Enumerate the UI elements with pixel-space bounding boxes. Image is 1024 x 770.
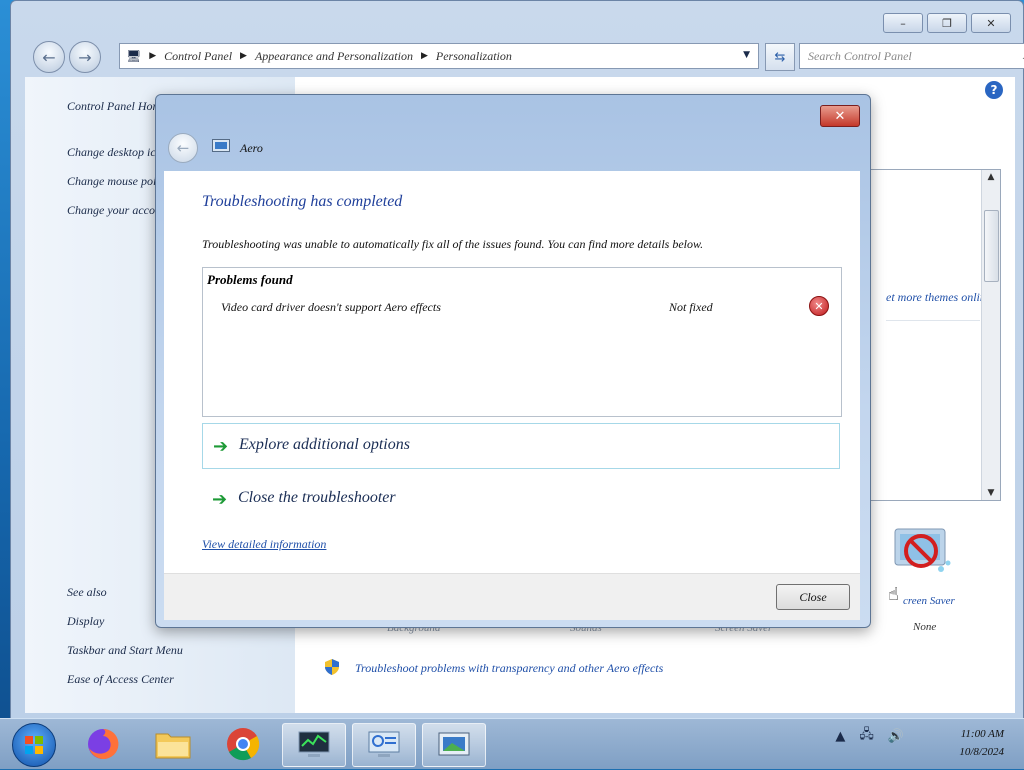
help-icon[interactable]: ?	[985, 81, 1003, 99]
taskbar-chrome[interactable]	[212, 723, 274, 765]
taskbar-explorer[interactable]	[142, 723, 204, 765]
close-troubleshooter-button[interactable]: ➔ Close the troubleshooter	[202, 477, 838, 521]
folder-icon	[155, 733, 191, 759]
address-bar[interactable]: 🖥 ▶ Control Panel ▶ Appearance and Perso…	[119, 43, 759, 69]
see-also-taskbar[interactable]: Taskbar and Start Menu	[67, 643, 183, 658]
view-details-link[interactable]: View detailed information	[202, 537, 326, 552]
dialog-title: Aero	[240, 141, 263, 155]
sidebar-home-link[interactable]: Control Panel Home	[67, 99, 167, 114]
troubleshooter-dialog: ✕ ← Aero Troubleshooting has completed T…	[155, 94, 871, 628]
uac-shield-icon	[325, 659, 339, 675]
aero-monitor-icon	[212, 139, 230, 152]
screensaver-link[interactable]: creen Saver	[903, 595, 955, 607]
start-button[interactable]	[12, 723, 56, 767]
taskbar-task-manager[interactable]	[282, 723, 346, 767]
see-also-ease-of-access[interactable]: Ease of Access Center	[67, 672, 174, 687]
taskbar-troubleshooter[interactable]	[422, 723, 486, 767]
themes-scrollbar[interactable]: ▲ ▼	[981, 170, 1000, 500]
breadcrumb-separator-icon: ▶	[420, 51, 428, 61]
firefox-icon	[88, 728, 119, 759]
dialog-close-icon[interactable]: ✕	[820, 105, 860, 127]
breadcrumb-control-panel[interactable]: Control Panel	[164, 49, 232, 64]
scroll-up-icon[interactable]: ▲	[982, 172, 1000, 182]
chrome-icon	[227, 728, 260, 761]
search-placeholder: Search Control Panel	[808, 48, 912, 63]
close-button[interactable]: Close	[776, 584, 850, 610]
scroll-thumb[interactable]	[984, 210, 999, 282]
dialog-body: Troubleshooting has completed Troublesho…	[164, 171, 860, 573]
explore-options-label: Explore additional options	[239, 436, 410, 453]
control-panel-icon: 🖥	[126, 48, 142, 63]
clock-date: 10/8/2024	[959, 746, 1004, 758]
address-dropdown-icon[interactable]: ▼	[743, 50, 750, 60]
green-arrow-icon: ➔	[212, 489, 228, 510]
dialog-description: Troubleshooting was unable to automatica…	[202, 237, 704, 251]
more-themes-link[interactable]: et more themes online	[886, 290, 991, 305]
green-arrow-icon: ➔	[213, 436, 229, 457]
caption-buttons: – ❐ ✕	[883, 13, 1011, 33]
maximize-button[interactable]: ❐	[927, 13, 967, 33]
breadcrumb-separator-icon: ▶	[149, 51, 157, 61]
troubleshoot-aero-link[interactable]: Troubleshoot problems with transparency …	[355, 661, 663, 676]
dialog-heading: Troubleshooting has completed	[202, 193, 403, 210]
clock-time: 11:00 AM	[960, 728, 1004, 740]
control-panel-app-icon	[368, 731, 400, 757]
taskbar-control-panel[interactable]	[352, 723, 416, 767]
windows-logo-icon	[25, 736, 43, 754]
network-icon[interactable]: 🖧	[859, 725, 874, 747]
aero-app-icon	[438, 732, 470, 756]
problems-header: Problems found	[207, 272, 293, 287]
taskbar-firefox[interactable]	[72, 723, 134, 765]
dialog-footer: Close	[164, 573, 860, 620]
breadcrumb-personalization[interactable]: Personalization	[436, 49, 512, 64]
forward-button[interactable]: →	[69, 41, 101, 73]
breadcrumb-appearance[interactable]: Appearance and Personalization	[255, 49, 413, 64]
divider	[886, 320, 980, 321]
volume-icon[interactable]: 🔊	[888, 729, 904, 744]
dialog-back-button[interactable]: ←	[168, 133, 198, 163]
system-tray: ▲ 🖧 🔊	[835, 725, 904, 747]
scroll-down-icon[interactable]: ▼	[982, 488, 1000, 498]
problems-panel: Problems found Video card driver doesn't…	[202, 267, 842, 417]
navigation-bar: ← → 🖥 ▶ Control Panel ▶ Appearance and P…	[33, 41, 1024, 73]
screensaver-icon[interactable]	[891, 525, 953, 581]
see-also-display[interactable]: Display	[67, 614, 104, 629]
show-hidden-icons-icon[interactable]: ▲	[835, 729, 845, 744]
problem-status: Not fixed	[669, 300, 713, 314]
breadcrumb-separator-icon: ▶	[240, 51, 247, 61]
task-manager-icon	[298, 731, 330, 757]
minimize-button[interactable]: –	[883, 13, 923, 33]
screensaver-value: None	[913, 621, 937, 633]
see-also-title: See also	[67, 585, 107, 599]
hand-cursor-icon: ☝	[888, 584, 899, 605]
problem-name: Video card driver doesn't support Aero e…	[221, 300, 441, 314]
back-button[interactable]: ←	[33, 41, 65, 73]
search-input[interactable]: Search Control Panel ⌕	[799, 43, 1024, 69]
taskbar: ▲ 🖧 🔊 11:00 AM 10/8/2024	[0, 718, 1024, 769]
close-window-button[interactable]: ✕	[971, 13, 1011, 33]
close-troubleshooter-label: Close the troubleshooter	[238, 489, 396, 506]
clock[interactable]: 11:00 AM 10/8/2024	[959, 725, 1004, 761]
explore-options-button[interactable]: ➔ Explore additional options	[202, 423, 840, 469]
error-icon: ✕	[809, 296, 829, 316]
refresh-button[interactable]: ⇆	[765, 43, 795, 71]
